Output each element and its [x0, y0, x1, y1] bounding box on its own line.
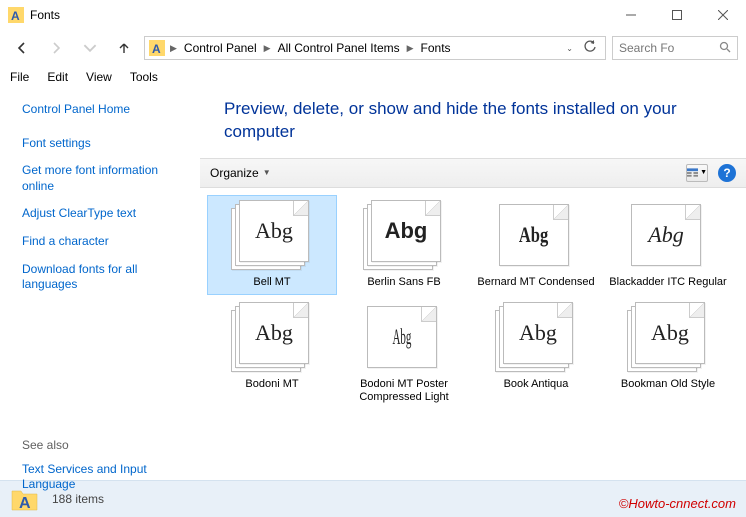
- svg-text:A: A: [152, 42, 161, 56]
- svg-text:A: A: [19, 495, 31, 512]
- font-label: Book Antiqua: [504, 378, 569, 392]
- sidebar-link[interactable]: Font settings: [22, 136, 190, 152]
- chevron-right-icon[interactable]: ▶: [167, 43, 180, 54]
- sidebar-link[interactable]: Adjust ClearType text: [22, 206, 190, 222]
- navbar: A ▶ Control Panel ▶ All Control Panel It…: [0, 30, 746, 66]
- sidebar-home[interactable]: Control Panel Home: [22, 102, 190, 118]
- sidebar-link[interactable]: Get more font information online: [22, 163, 190, 194]
- font-preview-icon: Abg: [363, 200, 445, 272]
- see-also-header: See also: [22, 438, 182, 452]
- organize-button[interactable]: Organize ▼: [210, 166, 271, 180]
- svg-text:A: A: [11, 9, 20, 23]
- search-placeholder: Search Fo: [619, 41, 674, 55]
- refresh-button[interactable]: [579, 40, 601, 57]
- font-preview-icon: Abg: [627, 200, 709, 272]
- help-button[interactable]: ?: [718, 164, 736, 182]
- search-input[interactable]: Search Fo: [612, 36, 738, 60]
- font-label: Blackadder ITC Regular: [609, 276, 726, 290]
- font-preview-icon: Abg: [627, 302, 709, 374]
- back-button[interactable]: [8, 34, 36, 62]
- maximize-button[interactable]: [654, 0, 700, 30]
- chevron-right-icon[interactable]: ▶: [261, 43, 274, 54]
- font-label: Bell MT: [253, 276, 290, 290]
- menu-file[interactable]: File: [10, 70, 29, 84]
- minimize-button[interactable]: [608, 0, 654, 30]
- status-count: 188 items: [52, 492, 104, 506]
- organize-bar: Organize ▼ ▼ ?: [200, 158, 746, 188]
- font-item[interactable]: Abg Bodoni MT Poster Compressed Light: [340, 298, 468, 410]
- recent-dropdown[interactable]: [76, 34, 104, 62]
- fonts-app-icon: A: [8, 7, 24, 23]
- font-item[interactable]: Abg Book Antiqua: [472, 298, 600, 410]
- font-label: Bodoni MT Poster Compressed Light: [344, 378, 464, 406]
- font-item[interactable]: Abg Berlin Sans FB: [340, 196, 468, 294]
- close-button[interactable]: [700, 0, 746, 30]
- see-also: See also Text Services and Input Languag…: [22, 438, 182, 493]
- font-preview-icon: Abg: [495, 200, 577, 272]
- font-item[interactable]: Abg Bookman Old Style: [604, 298, 732, 410]
- font-preview-icon: Abg: [231, 200, 313, 272]
- chevron-right-icon[interactable]: ▶: [404, 43, 417, 54]
- breadcrumb[interactable]: All Control Panel Items: [276, 41, 402, 55]
- font-label: Bernard MT Condensed: [477, 276, 594, 290]
- up-button[interactable]: [110, 34, 138, 62]
- font-preview-icon: Abg: [495, 302, 577, 374]
- view-options-button[interactable]: ▼: [686, 164, 708, 182]
- font-label: Berlin Sans FB: [367, 276, 440, 290]
- sidebar-link[interactable]: Find a character: [22, 234, 190, 250]
- sidebar: Control Panel Home Font settings Get mor…: [0, 88, 200, 480]
- font-preview-icon: Abg: [231, 302, 313, 374]
- search-icon: [719, 41, 731, 56]
- chevron-down-icon: ▼: [700, 169, 707, 176]
- forward-button[interactable]: [42, 34, 70, 62]
- font-item[interactable]: Abg Bernard MT Condensed: [472, 196, 600, 294]
- font-item[interactable]: Abg Bodoni MT: [208, 298, 336, 410]
- sidebar-link[interactable]: Download fonts for all languages: [22, 262, 190, 293]
- titlebar: A Fonts: [0, 0, 746, 30]
- font-preview-icon: Abg: [363, 302, 445, 374]
- address-bar[interactable]: A ▶ Control Panel ▶ All Control Panel It…: [144, 36, 606, 60]
- font-item[interactable]: Abg Blackadder ITC Regular: [604, 196, 732, 294]
- menu-view[interactable]: View: [86, 70, 112, 84]
- fonts-location-icon: A: [149, 40, 165, 56]
- menu-edit[interactable]: Edit: [47, 70, 68, 84]
- address-dropdown[interactable]: ⌄: [562, 44, 577, 53]
- breadcrumb[interactable]: Fonts: [419, 41, 453, 55]
- breadcrumb[interactable]: Control Panel: [182, 41, 259, 55]
- font-item[interactable]: Abg Bell MT: [208, 196, 336, 294]
- menubar: File Edit View Tools: [0, 66, 746, 88]
- font-label: Bookman Old Style: [621, 378, 715, 392]
- menu-tools[interactable]: Tools: [130, 70, 158, 84]
- page-title: Preview, delete, or show and hide the fo…: [200, 88, 746, 158]
- font-grid: Abg Bell MT Abg Berlin Sans FB Abg Bernard MT…: [200, 188, 746, 480]
- see-also-link[interactable]: Text Services and Input Language: [22, 462, 182, 493]
- chevron-down-icon: ▼: [263, 168, 271, 177]
- window-title: Fonts: [30, 8, 608, 22]
- font-label: Bodoni MT: [245, 378, 298, 392]
